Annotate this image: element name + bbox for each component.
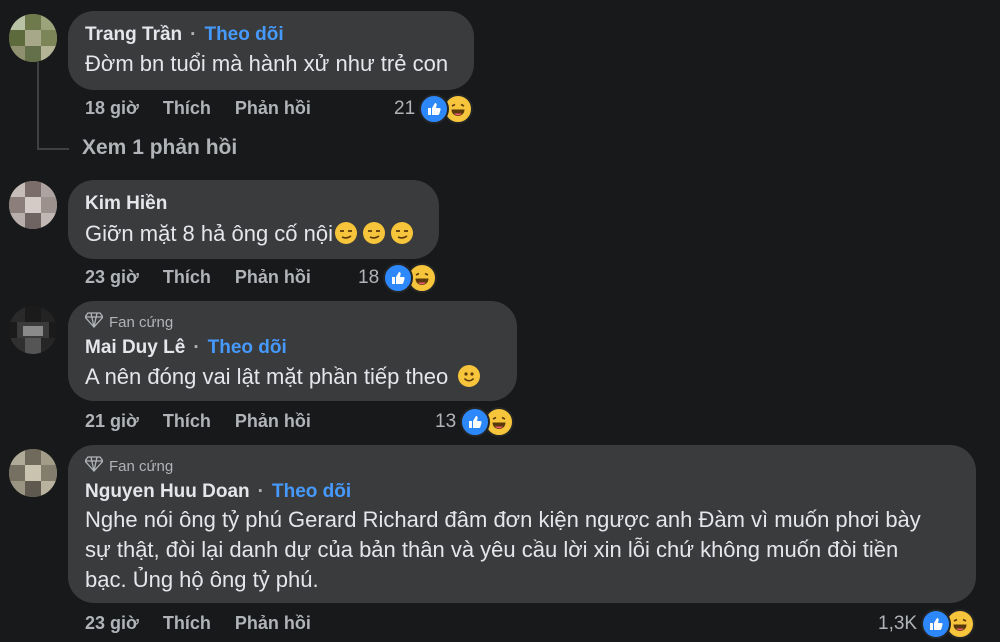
comment-time[interactable]: 21 giờ [85, 411, 139, 432]
follow-link[interactable]: Theo dõi [204, 24, 283, 46]
view-replies-link[interactable]: Xem 1 phản hồi [82, 136, 237, 160]
smirk-emoji-icon [391, 222, 414, 244]
like-button[interactable]: Thích [163, 98, 211, 119]
comment-time[interactable]: 23 giờ [85, 613, 139, 634]
comment-header: Nguyen Huu Doan · Theo dõi [85, 481, 351, 503]
comment-text-line: sự thật, đòi lại danh dự của bản thân và… [85, 537, 899, 562]
separator: · [257, 481, 264, 502]
like-reaction-icon [419, 94, 450, 124]
reaction-count: 21 [394, 98, 416, 119]
reaction-count: 18 [358, 267, 380, 288]
like-reaction-icon [921, 609, 952, 639]
author-name[interactable]: Trang Trần [85, 24, 182, 46]
comment-actions: 23 giờ Thích Phản hồi [85, 613, 335, 634]
reaction-count: 1,3K [878, 613, 918, 634]
diamond-icon [84, 312, 109, 332]
comment-text: Giỡn mặt 8 hả ông cố nội [85, 219, 414, 249]
reply-button[interactable]: Phản hồi [235, 267, 311, 288]
like-button[interactable]: Thích [163, 267, 211, 288]
reaction-summary[interactable]: 18 [358, 263, 438, 293]
comment-actions: 18 giờ Thích Phản hồi [85, 98, 335, 119]
follow-link[interactable]: Theo dõi [272, 481, 351, 503]
comment-text: A nên đóng vai lật mặt phần tiếp theo [85, 362, 481, 392]
comment-time[interactable]: 18 giờ [85, 98, 139, 119]
smile-emoji-icon [458, 365, 481, 387]
reaction-summary[interactable]: 21 [394, 94, 474, 124]
avatar[interactable] [9, 306, 57, 354]
reaction-summary[interactable]: 13 [435, 407, 515, 437]
author-name[interactable]: Mai Duy Lê [85, 337, 185, 359]
avatar[interactable] [9, 14, 57, 62]
badge-label: Fan cứng [109, 457, 174, 475]
smirk-emoji-icon [363, 222, 386, 244]
author-name[interactable]: Kim Hiền [85, 193, 167, 215]
comment-text: Đờm bn tuổi mà hành xử như trẻ con [85, 51, 449, 76]
like-reaction-icon [383, 263, 414, 293]
separator: · [190, 24, 197, 45]
comment-actions: 23 giờ Thích Phản hồi [85, 267, 335, 288]
reply-button[interactable]: Phản hồi [235, 411, 311, 432]
comment-time[interactable]: 23 giờ [85, 267, 139, 288]
like-button[interactable]: Thích [163, 613, 211, 634]
comment-header: Mai Duy Lê · Theo dõi [85, 337, 287, 359]
comment-header: Kim Hiền [85, 193, 167, 215]
comment-text-line: Nghe nói ông tỷ phú Gerard Richard đâm đ… [85, 507, 921, 532]
smirk-emoji-icon [335, 222, 358, 244]
author-name[interactable]: Nguyen Huu Doan [85, 481, 250, 503]
comment-actions: 21 giờ Thích Phản hồi [85, 411, 335, 432]
reply-button[interactable]: Phản hồi [235, 613, 311, 634]
like-reaction-icon [460, 407, 491, 437]
thread-line [37, 62, 39, 150]
separator: · [193, 337, 200, 358]
avatar[interactable] [9, 181, 57, 229]
comment-text-line: bạc. Ủng hộ ông tỷ phú. [85, 567, 319, 592]
thread-elbow [37, 148, 69, 150]
comment-header: Trang Trần · Theo dõi [85, 24, 284, 46]
like-button[interactable]: Thích [163, 411, 211, 432]
follow-link[interactable]: Theo dõi [208, 337, 287, 359]
avatar[interactable] [9, 449, 57, 497]
top-fan-badge: Fan cứng [84, 456, 174, 476]
badge-label: Fan cứng [109, 313, 174, 331]
reaction-count: 13 [435, 411, 457, 432]
reaction-summary[interactable]: 1,3K [878, 609, 976, 639]
reply-button[interactable]: Phản hồi [235, 98, 311, 119]
top-fan-badge: Fan cứng [84, 312, 174, 332]
diamond-icon [84, 456, 109, 476]
